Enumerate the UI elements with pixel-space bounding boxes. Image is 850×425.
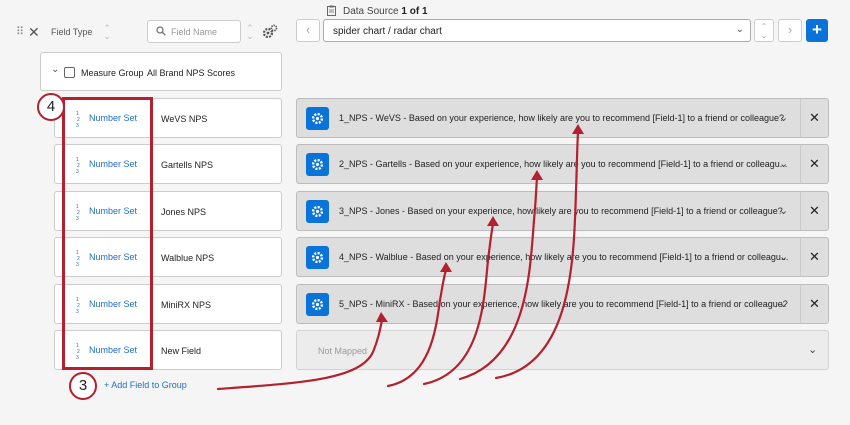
reorder-button[interactable]: ⌃ ⌄	[754, 19, 774, 42]
settings-gear-icon[interactable]	[262, 24, 278, 40]
field-mapping-select[interactable]: Not Mapped ⌄	[296, 330, 829, 370]
field-name-search[interactable]	[147, 20, 241, 43]
data-source-of: of	[409, 6, 420, 17]
data-source-select[interactable]: spider chart / radar chart ⌄	[323, 19, 751, 42]
gear-icon	[311, 158, 324, 171]
field-mapping-select[interactable]: 4_NPS - Walblue - Based on your experien…	[296, 237, 801, 277]
data-source-prefix: Data Source	[343, 6, 399, 17]
chevron-down-icon[interactable]: ⌄	[779, 250, 788, 263]
field-name[interactable]: Gartells NPS	[161, 160, 213, 170]
chevron-down-icon: ⌄	[735, 24, 744, 35]
mapping-settings-button[interactable]	[306, 107, 329, 130]
chevron-down-icon[interactable]: ⌄	[779, 204, 788, 217]
not-mapped-placeholder: Not Mapped	[318, 346, 368, 356]
field-type-header[interactable]: Field Type	[51, 27, 92, 37]
sort-icon[interactable]: ⌃ ⌄	[246, 24, 254, 41]
mapping-settings-button[interactable]	[306, 153, 329, 176]
data-source-current: 1	[401, 6, 407, 17]
chevron-down-icon[interactable]: ⌄	[808, 343, 817, 356]
mapping-settings-button[interactable]	[306, 293, 329, 316]
remove-mapping-button[interactable]: ✕	[800, 191, 829, 231]
group-name[interactable]: All Brand NPS Scores	[147, 68, 235, 78]
mapping-settings-button[interactable]	[306, 200, 329, 223]
search-icon	[156, 26, 166, 36]
chevron-down-icon[interactable]: ⌄	[51, 64, 59, 75]
field-name[interactable]: Walblue NPS	[161, 253, 214, 263]
field-type-highlight	[62, 97, 153, 370]
remove-mapping-button[interactable]: ✕	[800, 237, 829, 277]
measure-group[interactable]: ⌄ Measure Group All Brand NPS Scores	[40, 52, 282, 91]
gear-icon	[311, 251, 324, 264]
field-name[interactable]: WeVS NPS	[161, 114, 207, 124]
field-name[interactable]: Jones NPS	[161, 207, 206, 217]
close-icon[interactable]: ✕	[28, 24, 40, 40]
chevron-down-icon[interactable]: ⌄	[779, 157, 788, 170]
field-name[interactable]: MiniRX NPS	[161, 300, 211, 310]
step-callout-4: 4	[37, 93, 65, 121]
add-field-to-group-link[interactable]: + Add Field to Group	[104, 380, 187, 390]
mapped-question: 3_NPS - Jones - Based on your experience…	[339, 206, 783, 216]
mapped-question: 5_NPS - MiniRX - Based on your experienc…	[339, 299, 788, 309]
remove-mapping-button[interactable]: ✕	[800, 144, 829, 184]
drag-handle-icon[interactable]: ⠿	[16, 26, 24, 38]
field-mapping-select[interactable]: 3_NPS - Jones - Based on your experience…	[296, 191, 801, 231]
field-mapping-select[interactable]: 5_NPS - MiniRX - Based on your experienc…	[296, 284, 801, 324]
remove-mapping-button[interactable]: ✕	[800, 98, 829, 138]
gear-icon	[311, 205, 324, 218]
data-source-label: Data Source 1 of 1	[343, 6, 428, 17]
previous-source-button[interactable]: ‹	[296, 19, 320, 42]
mapped-question: 1_NPS - WeVS - Based on your experience,…	[339, 113, 785, 123]
field-mapping-select[interactable]: 2_NPS - Gartells - Based on your experie…	[296, 144, 801, 184]
clipboard-icon	[327, 5, 336, 16]
mapped-question: 2_NPS - Gartells - Based on your experie…	[339, 159, 788, 169]
remove-mapping-button[interactable]: ✕	[800, 284, 829, 324]
group-type-label: Measure Group	[81, 68, 144, 78]
mapped-question: 4_NPS - Walblue - Based on your experien…	[339, 252, 789, 262]
data-source-value: spider chart / radar chart	[333, 26, 442, 37]
sort-icon[interactable]: ⌃ ⌄	[103, 24, 111, 41]
next-source-button[interactable]: ›	[778, 19, 802, 42]
data-source-total: 1	[421, 6, 428, 17]
gear-icon	[311, 112, 324, 125]
field-name[interactable]: New Field	[161, 346, 201, 356]
mapping-settings-button[interactable]	[306, 246, 329, 269]
field-mapping-select[interactable]: 1_NPS - WeVS - Based on your experience,…	[296, 98, 801, 138]
chevron-down-icon[interactable]: ⌄	[779, 111, 788, 124]
search-input[interactable]	[171, 24, 239, 39]
step-callout-3: 3	[69, 372, 97, 400]
add-source-button[interactable]: +	[806, 19, 828, 42]
group-checkbox[interactable]	[64, 67, 75, 78]
gear-icon	[311, 298, 324, 311]
chevron-down-icon[interactable]: ⌄	[779, 297, 788, 310]
